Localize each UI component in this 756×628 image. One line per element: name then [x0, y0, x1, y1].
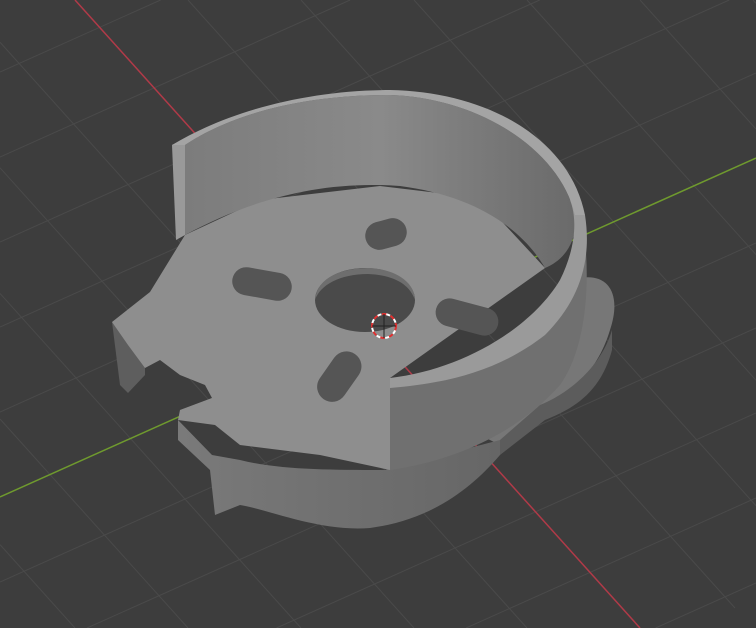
- 3d-cursor[interactable]: [371, 313, 397, 339]
- grid-line: [0, 0, 161, 73]
- grid-line: [655, 582, 756, 628]
- grid-line: [0, 544, 76, 628]
- grid-line: [0, 418, 189, 628]
- motor-mount-model[interactable]: [112, 90, 615, 529]
- 3d-viewport[interactable]: [0, 0, 756, 628]
- model-wall-end: [172, 140, 185, 240]
- viewport-canvas[interactable]: [0, 0, 756, 628]
- grid-line: [465, 497, 756, 628]
- grid-line: [639, 0, 756, 130]
